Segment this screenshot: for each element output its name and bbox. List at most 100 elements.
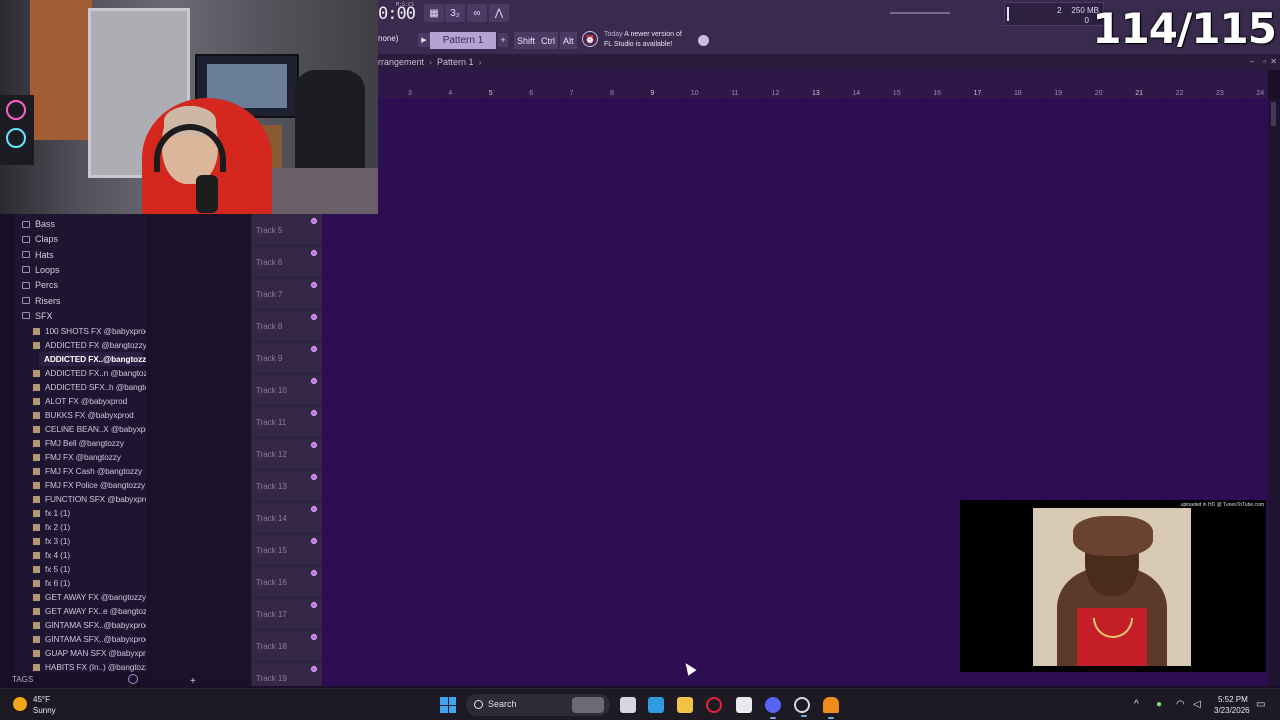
mode-tag[interactable]: none) (378, 34, 398, 43)
clock-date[interactable]: 3/23/2026 (1214, 706, 1250, 715)
pattern-arrow-icon[interactable]: ▶ (418, 33, 430, 47)
track-header[interactable]: Track 7 (252, 278, 322, 310)
track-mute-button[interactable] (311, 378, 317, 384)
browser-search-icon[interactable] (128, 674, 138, 684)
mic-icon[interactable]: ● (1156, 699, 1162, 710)
track-mute-button[interactable] (311, 442, 317, 448)
song-time[interactable]: 0:00 M:S:CS (378, 2, 416, 24)
edge-icon[interactable] (648, 697, 664, 713)
browser-file[interactable]: fx 5 (1) (33, 562, 70, 576)
track-mute-button[interactable] (311, 410, 317, 416)
weather-desc[interactable]: Sunny (33, 706, 56, 715)
browser-file[interactable]: fx 3 (1) (33, 534, 70, 548)
track-header[interactable]: Track 11 (252, 406, 322, 438)
browser-file[interactable]: FMJ Bell @bangtozzy (33, 436, 124, 450)
browser-folder[interactable]: Risers (22, 294, 61, 308)
browser-file[interactable]: fx 1 (1) (33, 506, 70, 520)
close-icon[interactable]: ✕ (1270, 57, 1277, 66)
clock-time[interactable]: 5:52 PM (1218, 695, 1248, 704)
browser-file[interactable]: ALOT FX @babyxprod (33, 394, 127, 408)
browser-file[interactable]: CELINE BEAN..X @babyxprod (33, 422, 157, 436)
task-view-icon[interactable] (620, 697, 636, 713)
track-mute-button[interactable] (311, 570, 317, 576)
track-header[interactable]: Track 14 (252, 502, 322, 534)
browser-file[interactable]: fx 2 (1) (33, 520, 70, 534)
track-header[interactable]: Track 15 (252, 534, 322, 566)
track-header[interactable]: Track 17 (252, 598, 322, 630)
taskbar-search[interactable]: Search (466, 694, 610, 716)
volume-icon[interactable]: ◁ (1193, 699, 1201, 710)
weather-temp[interactable]: 45°F (33, 695, 50, 704)
track-mute-button[interactable] (311, 346, 317, 352)
wait-icon[interactable]: ∞ (467, 4, 487, 22)
alarm-icon[interactable]: ⏰ (582, 31, 598, 47)
track-header[interactable]: Track 6 (252, 246, 322, 278)
browser-file[interactable]: ADDICTED FX..@bangtozzy (39, 352, 151, 366)
add-pattern-button[interactable]: + (498, 33, 508, 47)
news-panel[interactable]: Today A newer version of FL Studio is av… (604, 30, 682, 50)
browser-file[interactable]: GET AWAY FX @bangtozzy (33, 590, 146, 604)
track-mute-button[interactable] (311, 538, 317, 544)
track-mute-button[interactable] (311, 282, 317, 288)
tray-chevron-icon[interactable]: ^ (1134, 699, 1139, 710)
browser-file[interactable]: 100 SHOTS FX @babyxprod (33, 324, 150, 338)
browser-file[interactable]: FMJ FX @bangtozzy (33, 450, 121, 464)
track-header[interactable]: Track 5 (252, 214, 322, 246)
browser-file[interactable]: fx 4 (1) (33, 548, 70, 562)
shift-key-button[interactable]: Shift (514, 32, 539, 49)
browser-file[interactable]: ADDICTED SFX..h @bangtozzy (33, 380, 161, 394)
discord-icon[interactable] (765, 697, 781, 719)
master-pitch-slider[interactable] (890, 12, 950, 14)
alt-key-button[interactable]: Alt (560, 32, 577, 49)
browser-folder[interactable]: Claps (22, 232, 58, 246)
browser-file[interactable]: FMJ FX Cash @bangtozzy (33, 464, 142, 478)
track-mute-button[interactable] (311, 634, 317, 640)
file-explorer-icon[interactable] (677, 697, 693, 713)
browser-folder[interactable]: Hats (22, 248, 54, 262)
playlist-pattern[interactable]: Pattern 1 (437, 57, 474, 67)
start-icon[interactable] (440, 697, 456, 713)
scroll-thumb[interactable] (1271, 102, 1276, 126)
online-globe-icon[interactable] (698, 35, 709, 46)
track-header[interactable]: Track 16 (252, 566, 322, 598)
track-mute-button[interactable] (311, 314, 317, 320)
browser-file[interactable]: FMJ FX Police @bangtozzy (33, 478, 145, 492)
track-header[interactable]: Track 12 (252, 438, 322, 470)
track-header[interactable]: Track 8 (252, 310, 322, 342)
browser-file[interactable]: GINTAMA SFX..@babyxprod (33, 618, 150, 632)
track-mute-button[interactable] (311, 602, 317, 608)
browser-folder[interactable]: SFX (22, 309, 53, 323)
browser-folder[interactable]: Bass (22, 217, 55, 231)
browser-folder[interactable]: Percs (22, 278, 58, 292)
restore-icon[interactable]: ▫ (1263, 57, 1266, 66)
browser-file[interactable]: fx 6 (1) (33, 576, 70, 590)
track-header[interactable]: Track 9 (252, 342, 322, 374)
track-header[interactable]: Track 18 (252, 630, 322, 662)
add-icon[interactable]: + (190, 676, 196, 687)
browser-folder[interactable]: Loops (22, 263, 60, 277)
browser-file[interactable]: BUKKS FX @babyxprod (33, 408, 134, 422)
browser-file[interactable]: GET AWAY FX..e @bangtozzy (33, 604, 155, 618)
track-mute-button[interactable] (311, 474, 317, 480)
browser-file[interactable]: FUNCTION SFX @babyxprod (33, 492, 154, 506)
fl-studio-icon[interactable] (823, 697, 839, 719)
piano-roll-icon[interactable]: ▦ (424, 4, 444, 22)
playlist-vertical-scrollbar[interactable] (1268, 98, 1280, 686)
weather-sun-icon[interactable] (13, 697, 27, 711)
pattern-selector[interactable]: Pattern 1 (430, 32, 496, 49)
track-header[interactable]: Track 10 (252, 374, 322, 406)
track-mute-button[interactable] (311, 506, 317, 512)
notification-icon[interactable]: ▭ (1256, 699, 1265, 710)
timeline-ruler[interactable]: 3 4 5 6 7 8 9 10 11 12 13 14 15 16 17 18 19 20 21 22 23 24 (378, 70, 1268, 98)
browser-file[interactable]: ADDICTED FX..n @bangtozzy (33, 366, 156, 380)
store-icon[interactable] (736, 697, 752, 713)
track-mute-button[interactable] (311, 666, 317, 672)
step-sequencer-icon[interactable]: 3₂ (445, 4, 465, 22)
chrome-icon[interactable] (794, 697, 810, 717)
metronome-icon[interactable]: ⋀ (489, 4, 509, 22)
minimize-icon[interactable]: – (1250, 57, 1254, 66)
track-mute-button[interactable] (311, 250, 317, 256)
track-mute-button[interactable] (311, 218, 317, 224)
wifi-icon[interactable]: ◠ (1176, 699, 1185, 710)
opera-icon[interactable] (706, 697, 722, 713)
